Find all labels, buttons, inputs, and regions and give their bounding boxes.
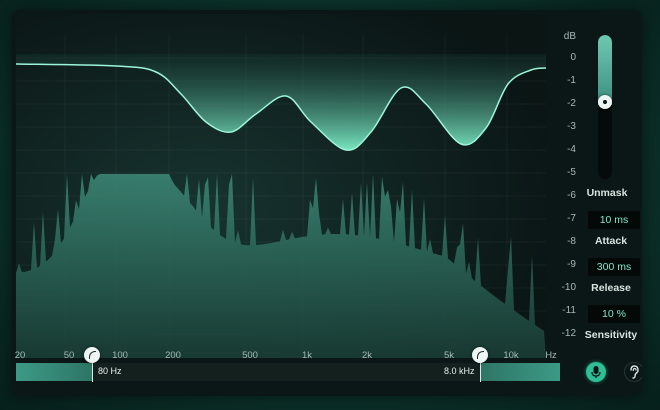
freq-tick: 20: [14, 350, 26, 361]
plugin-window: dB 0 -1 -2 -3 -4 -5 -6 -7 -8 -9 -10 -11 …: [12, 10, 642, 396]
ear-button[interactable]: [624, 362, 642, 382]
low-cut-handle[interactable]: [84, 347, 100, 363]
attack-value[interactable]: 10 ms: [588, 211, 640, 229]
freq-tick: 100: [112, 350, 128, 361]
unmask-label: Unmask: [586, 187, 628, 199]
sensitivity-value[interactable]: 10 %: [588, 305, 640, 323]
freq-tick: 10k: [503, 350, 519, 361]
freq-tick: 5k: [443, 350, 455, 361]
freq-unit-label: Hz: [545, 350, 557, 361]
freq-tick: 50: [63, 350, 75, 361]
release-label: Release: [591, 282, 631, 294]
freq-tick: 1k: [301, 350, 313, 361]
attack-label: Attack: [594, 235, 628, 247]
release-value[interactable]: 300 ms: [588, 258, 640, 276]
microphone-icon: [591, 366, 601, 378]
high-cut-handle[interactable]: [472, 347, 488, 363]
sensitivity-label: Sensitivity: [584, 329, 638, 341]
low-cut-value: 80 Hz: [98, 366, 122, 376]
low-cut-region: [16, 363, 92, 381]
high-cut-region: [480, 363, 560, 381]
side-panel: Unmask 10 ms Attack 300 ms Release 10 % …: [572, 10, 642, 396]
frequency-band-range[interactable]: 80 Hz 8.0 kHz: [16, 363, 560, 381]
freq-tick: 500: [242, 350, 258, 361]
high-cut-value: 8.0 kHz: [444, 366, 475, 376]
eq-display[interactable]: [16, 14, 546, 358]
mic-button[interactable]: [586, 362, 606, 382]
freq-tick: 2k: [361, 350, 373, 361]
ear-icon: [630, 365, 639, 379]
freq-tick: 200: [165, 350, 181, 361]
unmask-slider-thumb[interactable]: [598, 95, 612, 109]
